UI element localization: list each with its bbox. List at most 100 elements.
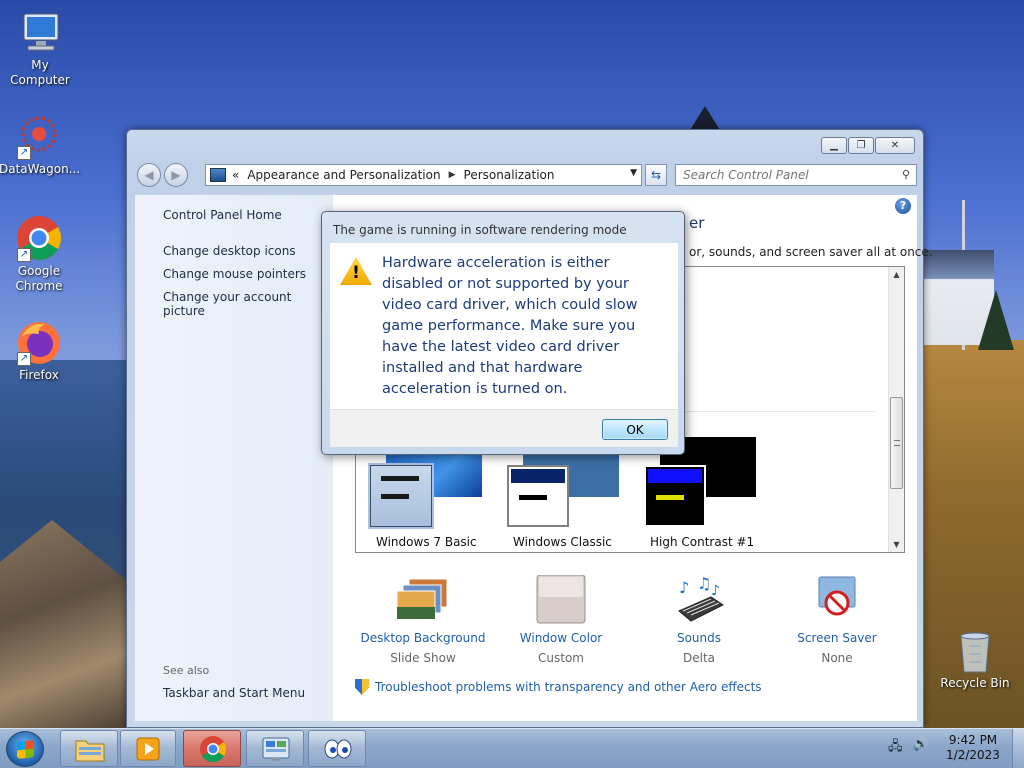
computer-icon: [16, 8, 64, 56]
help-icon[interactable]: ?: [895, 198, 911, 214]
setting-title[interactable]: Desktop Background: [353, 631, 493, 645]
minimize-button[interactable]: ▁: [821, 137, 847, 154]
chrome-icon: [198, 735, 228, 763]
theme-label: High Contrast #1: [650, 535, 755, 549]
chrome-icon: ↗: [15, 214, 63, 262]
scroll-thumb[interactable]: [890, 397, 903, 489]
theme-label: Windows Classic: [513, 535, 612, 549]
link-change-mouse-pointers[interactable]: Change mouse pointers: [163, 267, 306, 281]
breadcrumb-overflow[interactable]: «: [232, 168, 239, 182]
desktop-icon-label: Firefox: [19, 368, 59, 382]
back-button[interactable]: ◀: [137, 163, 161, 187]
close-button[interactable]: ✕: [875, 137, 915, 154]
search-icon[interactable]: ⚲: [902, 168, 910, 181]
link-control-panel-home[interactable]: Control Panel Home: [163, 208, 282, 222]
maximize-button[interactable]: ❐: [848, 137, 874, 154]
search-input[interactable]: [676, 165, 886, 185]
scroll-grip: [894, 440, 900, 446]
theme-preview-window: [370, 465, 432, 527]
page-title-fragment: er: [689, 214, 705, 232]
setting-sounds[interactable]: ♪ ♫ ♪ Sounds Delta: [629, 574, 769, 665]
breadcrumb-appearance[interactable]: Appearance and Personalization: [247, 168, 440, 182]
search-box: ⚲: [675, 164, 917, 186]
forward-button[interactable]: ▶: [164, 163, 188, 187]
breadcrumb-personalization[interactable]: Personalization: [464, 168, 555, 182]
setting-value: None: [821, 651, 853, 665]
theme-list-scrollbar[interactable]: ▲ ▼: [888, 267, 904, 552]
preview-titlebar: [381, 476, 419, 481]
desktop-icon-label: Google Chrome: [15, 264, 63, 293]
setting-desktop-background[interactable]: Desktop Background Slide Show: [353, 575, 493, 665]
preview-text: [519, 495, 547, 500]
sounds-icon: ♪ ♫ ♪: [671, 574, 727, 625]
desktop-icon-recycle-bin[interactable]: Recycle Bin: [935, 630, 1015, 691]
desktop-icon-label: Recycle Bin: [940, 676, 1010, 690]
start-button[interactable]: [6, 731, 44, 767]
desktop-icon-google-chrome[interactable]: ↗ Google Chrome: [0, 214, 79, 294]
taskbar-chrome[interactable]: [183, 730, 241, 767]
warning-icon: !: [340, 257, 372, 285]
eyes-icon: [323, 735, 353, 763]
firefox-icon: ↗: [15, 318, 63, 366]
preview-text: [656, 495, 684, 500]
troubleshoot-label[interactable]: Troubleshoot problems with transparency …: [375, 680, 762, 694]
link-taskbar-start-menu[interactable]: Taskbar and Start Menu: [163, 686, 305, 700]
setting-value: Delta: [682, 651, 715, 665]
network-icon[interactable]: 🖧: [888, 737, 903, 759]
taskbar-explorer[interactable]: [60, 730, 118, 767]
troubleshoot-link[interactable]: Troubleshoot problems with transparency …: [355, 679, 762, 695]
svg-text:♪: ♪: [679, 578, 689, 597]
volume-icon[interactable]: 🔊: [913, 737, 929, 759]
taskbar-eyes-app[interactable]: [308, 730, 366, 767]
show-desktop-button[interactable]: [1012, 729, 1024, 768]
windows-logo-icon: [17, 740, 34, 759]
wallpaper-lighthouse: [690, 106, 720, 130]
setting-title[interactable]: Window Color: [491, 631, 631, 645]
control-panel-icon: [261, 735, 291, 763]
desktop-icon-my-computer[interactable]: My Computer: [0, 8, 80, 88]
svg-text:♫: ♫: [697, 575, 711, 593]
scroll-down-icon[interactable]: ▼: [889, 537, 904, 552]
desktop-icon-firefox[interactable]: ↗ Firefox: [0, 318, 79, 383]
desktop-icon-datawagon[interactable]: ↗ DataWagon...: [0, 112, 80, 177]
address-bar[interactable]: « Appearance and Personalization ▶ Perso…: [205, 164, 642, 186]
setting-title[interactable]: Sounds: [629, 631, 769, 645]
clock-date: 1/2/2023: [946, 748, 1000, 762]
address-dropdown-icon[interactable]: ▼: [630, 168, 637, 178]
dialog-footer: OK: [330, 409, 678, 447]
setting-window-color[interactable]: Window Color Custom: [491, 574, 631, 665]
scroll-up-icon[interactable]: ▲: [889, 267, 904, 282]
setting-screen-saver[interactable]: Screen Saver None: [767, 575, 907, 665]
theme-label: Windows 7 Basic: [376, 535, 477, 549]
taskbar: 🖧 🔊 9:42 PM 1/2/2023: [0, 728, 1024, 768]
taskbar-control-panel[interactable]: [246, 730, 304, 767]
link-change-account-picture[interactable]: Change your account picture: [163, 290, 333, 318]
desktop-background-icon: [395, 575, 451, 625]
taskbar-media-player[interactable]: [120, 730, 176, 767]
preview-titlebar: [648, 469, 702, 483]
media-player-icon: [134, 735, 164, 763]
shortcut-arrow-icon: ↗: [17, 248, 31, 262]
preview-titlebar: [511, 469, 565, 483]
svg-text:♪: ♪: [711, 583, 720, 599]
setting-title[interactable]: Screen Saver: [767, 631, 907, 645]
desktop-icon-label: My Computer: [10, 58, 70, 87]
breadcrumb-arrow-icon[interactable]: ▶: [449, 170, 456, 180]
shortcut-arrow-icon: ↗: [17, 352, 31, 366]
dialog-body: ! Hardware acceleration is either disabl…: [330, 243, 678, 409]
see-also-heading: See also: [163, 664, 210, 677]
window-controls: ▁ ❐ ✕: [821, 137, 915, 154]
refresh-button[interactable]: ⇆: [645, 164, 667, 186]
shield-icon: [355, 679, 369, 695]
datawagon-icon: ↗: [15, 112, 63, 160]
dialog-message: Hardware acceleration is either disabled…: [382, 255, 638, 397]
folder-icon: [75, 735, 105, 763]
ok-button[interactable]: OK: [602, 419, 668, 440]
setting-value: Custom: [538, 651, 584, 665]
preview-text: [381, 494, 409, 499]
page-description-fragment: or, sounds, and screen saver all at once…: [689, 245, 933, 259]
recycle-bin-icon: [955, 630, 995, 674]
clock[interactable]: 9:42 PM 1/2/2023: [940, 733, 1006, 763]
clock-time: 9:42 PM: [948, 733, 998, 747]
link-change-desktop-icons[interactable]: Change desktop icons: [163, 244, 296, 258]
